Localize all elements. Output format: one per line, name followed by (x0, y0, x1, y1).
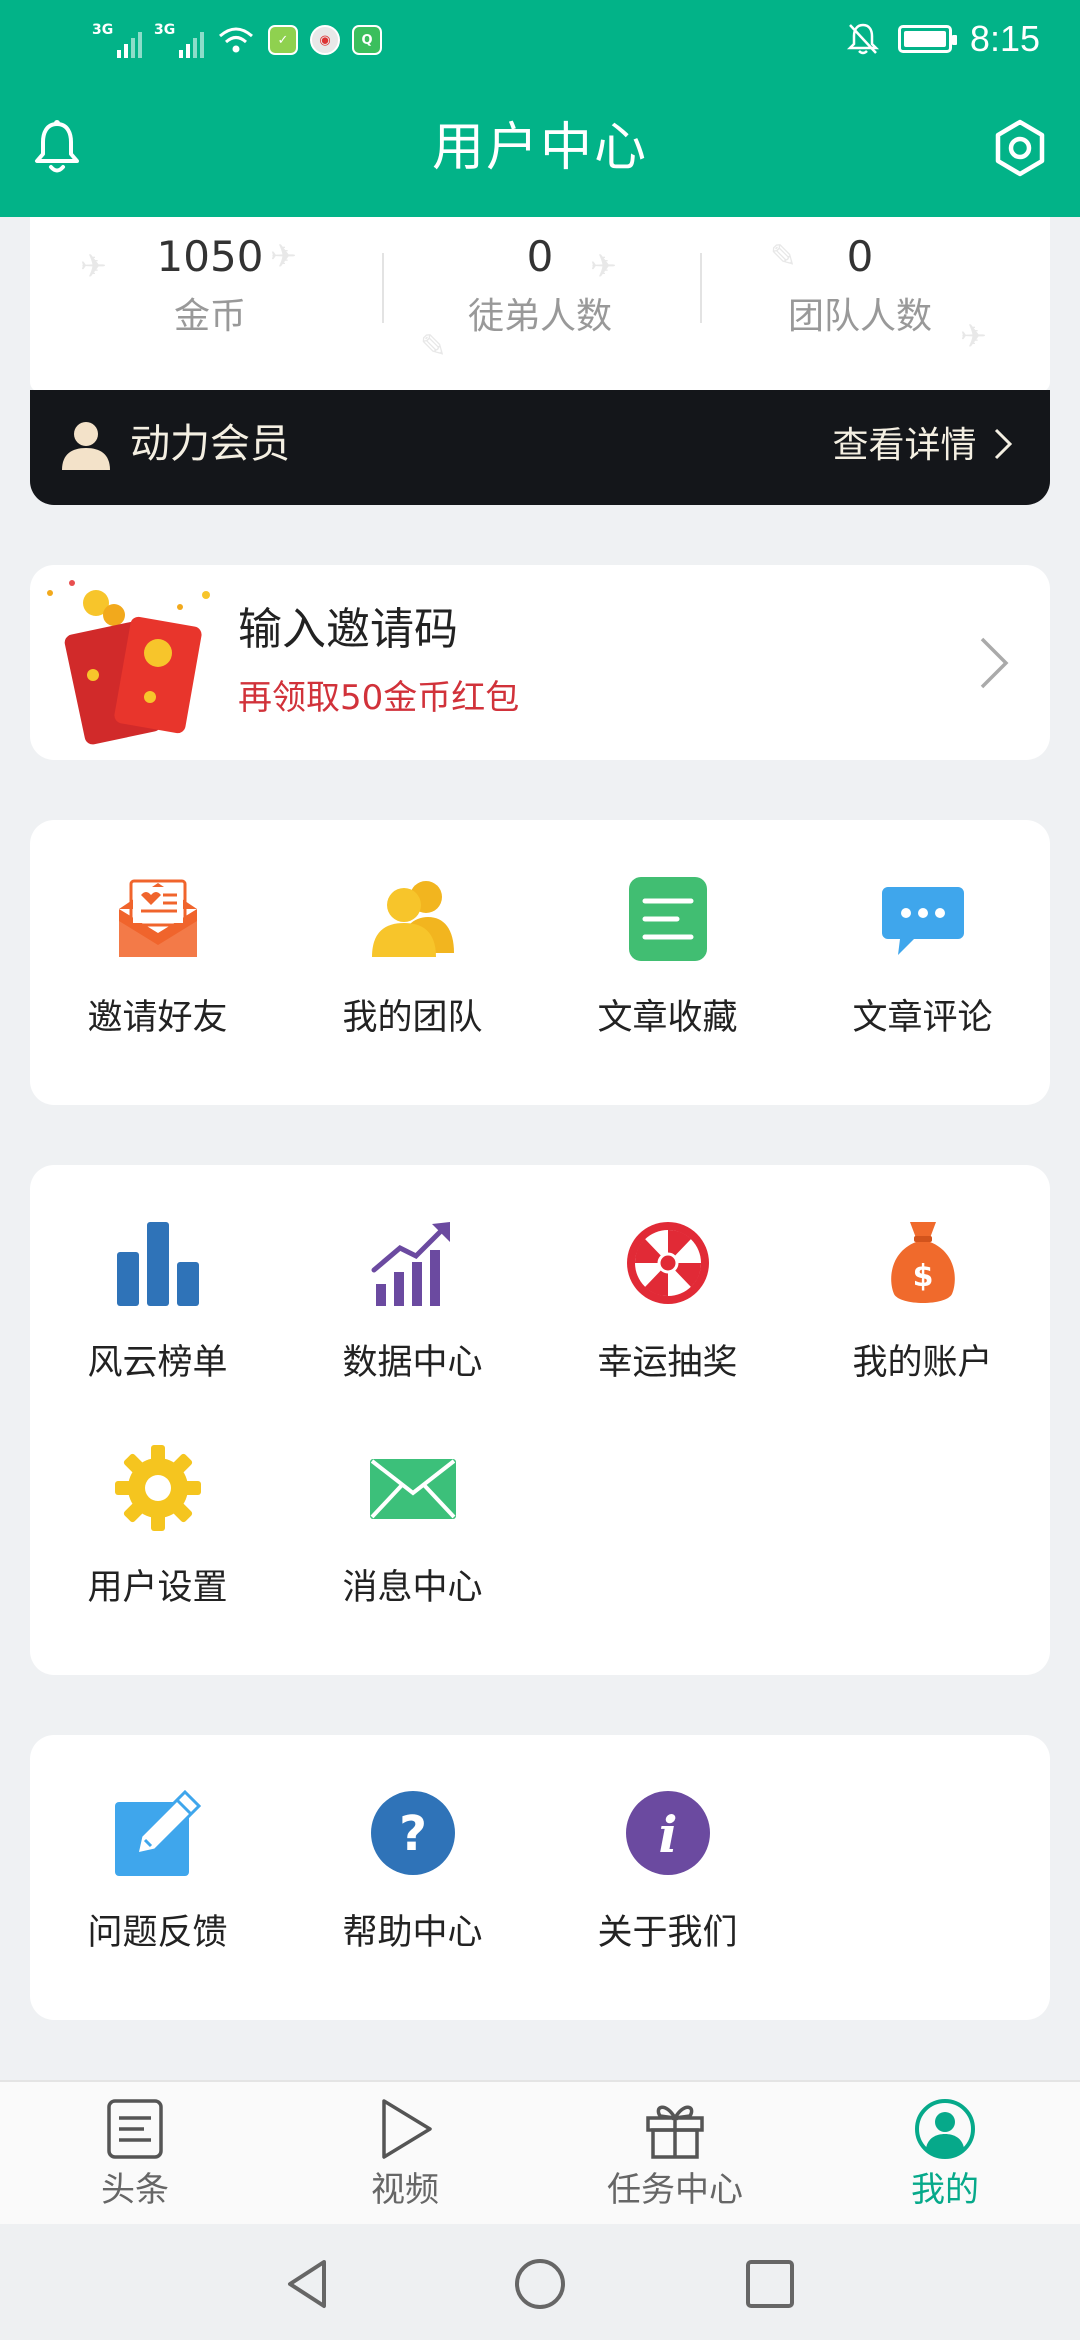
signal-icon: 3G (92, 22, 142, 58)
member-title: 动力会员 (130, 421, 290, 467)
stat-value: 0 (526, 232, 554, 281)
status-right: 8:15 (846, 18, 1040, 60)
support-card: 问题反馈 ? 帮助中心 i 关于我们 (30, 1735, 1050, 2020)
tab-label: 任务中心 (607, 2170, 743, 2210)
help-icon: ? (371, 1791, 455, 1875)
stat-label: 团队人数 (787, 296, 932, 337)
grid-item-label: 幸运抽奖 (597, 1343, 738, 1383)
edit-icon (115, 1790, 201, 1876)
battery-icon (897, 25, 957, 53)
svg-text:i: i (659, 1805, 678, 1864)
view-details-label: 查看详情 (832, 425, 977, 466)
comment-icon (882, 887, 964, 955)
invite-code-card[interactable]: 输入邀请码 再领取50金币红包 (30, 565, 1050, 760)
tab-headlines[interactable]: 头条 (0, 2082, 270, 2226)
grid-item-leaderboard[interactable]: 风云榜单 (30, 1220, 285, 1420)
stat-value: 0 (846, 232, 874, 281)
status-bar: 3G 3G ✓ ◉ Q 8:15 (0, 0, 1080, 84)
red-packet-icon (47, 580, 210, 745)
chevron-right-icon (980, 637, 1009, 689)
member-bar[interactable]: 动力会员 查看详情 (30, 390, 1050, 505)
view-details-link[interactable]: 查看详情 (833, 416, 1014, 476)
grid-item-lucky-draw[interactable]: 幸运抽奖 (540, 1220, 795, 1420)
tab-label: 我的 (911, 2170, 979, 2210)
money-bag-icon: $ (891, 1222, 955, 1303)
clock: 8:15 (969, 18, 1040, 59)
gift-icon (646, 2105, 704, 2159)
bar-chart-icon (117, 1222, 199, 1306)
grid-item-label: 我的账户 (852, 1343, 993, 1383)
grid-item-label: 数据中心 (342, 1343, 483, 1383)
grid-item-article-comments[interactable]: 文章评论 (795, 875, 1050, 1075)
team-icon (372, 881, 454, 957)
grid-item-message-center[interactable]: 消息中心 (285, 1445, 540, 1645)
bookmark-doc-icon (629, 877, 707, 961)
growth-chart-icon (371, 1222, 450, 1306)
grid-item-article-favorites[interactable]: 文章收藏 (540, 875, 795, 1075)
grid-item-invite-friends[interactable]: 邀请好友 (30, 875, 285, 1075)
play-icon (382, 2099, 432, 2159)
tab-label: 头条 (101, 2170, 169, 2210)
grid-item-label: 帮助中心 (342, 1913, 483, 1953)
mute-bell-icon (846, 23, 879, 55)
lucky-wheel-icon (627, 1222, 709, 1304)
tools-card: 风云榜单 数据中心 幸运抽奖 $ 我的账户 用户设置 消息中心 (30, 1165, 1050, 1675)
system-nav-bar (0, 2224, 1080, 2340)
chevron-right-icon (994, 428, 1013, 460)
stat-label: 金币 (173, 296, 246, 337)
stat-value: 1050 (156, 232, 264, 281)
grid-item-about-us[interactable]: i 关于我们 (540, 1790, 795, 1990)
grid-item-label: 关于我们 (597, 1913, 738, 1953)
info-icon: i (626, 1791, 710, 1875)
grid-item-label: 文章收藏 (597, 998, 738, 1038)
svg-text:$: $ (913, 1259, 934, 1294)
grid-item-feedback[interactable]: 问题反馈 (30, 1790, 285, 1990)
settings-icon[interactable] (990, 118, 1050, 178)
grid-item-label: 问题反馈 (87, 1913, 228, 1953)
grid-item-label: 文章评论 (852, 998, 993, 1038)
signal-icon-2: 3G (154, 22, 204, 58)
news-icon (107, 2099, 163, 2159)
recents-icon[interactable] (742, 2256, 798, 2312)
grid-item-my-team[interactable]: 我的团队 (285, 875, 540, 1075)
bottom-tab-bar: 头条 视频 任务中心 我的 (0, 2080, 1080, 2224)
grid-item-user-settings[interactable]: 用户设置 (30, 1445, 285, 1645)
stat-label: 徒弟人数 (467, 296, 612, 337)
grid-item-label: 消息中心 (342, 1568, 483, 1608)
tab-label: 视频 (371, 2170, 439, 2210)
invite-title: 输入邀请码 (238, 604, 458, 655)
grid-item-label: 我的团队 (342, 998, 483, 1038)
notification-app-icon-1: ✓ (268, 25, 298, 55)
grid-item-help-center[interactable]: ? 帮助中心 (285, 1790, 540, 1990)
tab-video[interactable]: 视频 (270, 2082, 540, 2226)
grid-item-label: 风云榜单 (87, 1343, 228, 1383)
network-type-label: 3G (92, 22, 114, 38)
page-title: 用户中心 (431, 118, 648, 178)
tab-task-center[interactable]: 任务中心 (540, 2082, 810, 2226)
quick-actions-card: 邀请好友 我的团队 文章收藏 文章评论 (30, 820, 1050, 1105)
notification-app-icon-2: ◉ (310, 25, 340, 55)
grid-item-my-account[interactable]: $ 我的账户 (795, 1220, 1050, 1420)
stat-team-size[interactable]: 0 团队人数 (700, 227, 1020, 347)
grid-item-label: 邀请好友 (87, 998, 228, 1038)
invite-mail-icon (119, 879, 197, 957)
grid-item-label: 用户设置 (87, 1568, 228, 1608)
envelope-icon (370, 1459, 456, 1519)
grid-item-data-center[interactable]: 数据中心 (285, 1220, 540, 1420)
svg-text:?: ? (399, 1806, 427, 1862)
stat-apprentices[interactable]: 0 徒弟人数 (380, 227, 700, 347)
back-icon[interactable] (280, 2256, 336, 2312)
gear-icon (115, 1445, 201, 1531)
stat-coins[interactable]: 1050 金币 (50, 227, 370, 347)
invite-subtitle: 再领取50金币红包 (238, 678, 520, 718)
network-type-label-2: 3G (154, 22, 176, 38)
home-icon[interactable] (512, 2256, 568, 2312)
notification-app-icon-3: Q (352, 25, 382, 55)
user-avatar-icon (62, 422, 110, 470)
profile-icon (915, 2099, 975, 2159)
wifi-icon (219, 27, 253, 53)
tab-mine[interactable]: 我的 (810, 2082, 1080, 2226)
stats-card: ✈ ✈ ✎ ✈ ✎ ✈ 1050 金币 0 徒弟人数 0 团队人数 (30, 217, 1050, 392)
status-left: 3G 3G ✓ ◉ Q (92, 22, 382, 58)
